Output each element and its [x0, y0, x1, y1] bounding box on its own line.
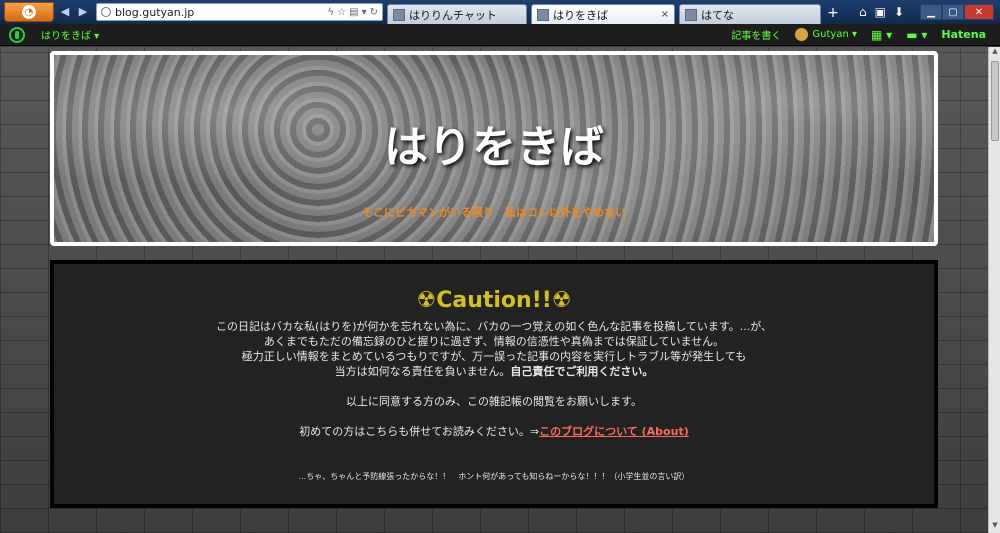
hatena-blog-logo-icon[interactable] [9, 26, 25, 43]
blog-header: はりをきば そこにピカマンがいる限り 私はコレ以外をやめない [50, 51, 938, 246]
caution-line: この日記はバカな私(はりを)が何かを忘れない為に、バカの一つ覚えの如く色んな記事… [215, 320, 773, 333]
apps-menu-icon[interactable]: ▦ ▾ [871, 28, 892, 42]
browser-logo-icon: ◔ [22, 5, 36, 19]
tab-label: はりりんチャット [409, 8, 497, 22]
hatena-bar: はりをきば ▾ 記事を書く Gutyan ▾ ▦ ▾ ▬ ▾ Hatena [0, 24, 1000, 46]
bookmark-star-icon[interactable]: ☆ [337, 7, 346, 18]
tab-label: はりをきば [553, 8, 608, 22]
new-tab-button[interactable]: + [824, 5, 842, 23]
tab-chat[interactable]: はりりんチャット [387, 4, 527, 24]
home-icon[interactable]: ⌂ [859, 5, 867, 19]
toolbar-menu-icon[interactable]: ▣ [875, 5, 886, 19]
scroll-up-icon[interactable]: ▲ [989, 47, 1000, 59]
back-icon[interactable]: ◀ [58, 5, 72, 19]
minimize-button[interactable]: ▁ [920, 4, 942, 20]
reload-icon[interactable]: ↻ [370, 7, 378, 18]
scroll-down-icon[interactable]: ▼ [989, 521, 1000, 533]
tab-favicon-icon [537, 8, 549, 21]
close-window-button[interactable]: ✕ [964, 4, 994, 20]
lightning-icon[interactable]: ϟ [328, 7, 335, 18]
disclaimer-joke: ...ちゃ、ちゃんと予防線張ったからな！！ ホント何があっても知らねーからな！！… [298, 472, 690, 481]
close-tab-icon[interactable]: × [661, 9, 669, 20]
user-menu[interactable]: Gutyan ▾ [795, 28, 857, 41]
page-scrollbar[interactable]: ▲ ▼ [988, 47, 1000, 533]
about-link[interactable]: このブログについて (About) [539, 425, 689, 438]
write-post-link[interactable]: 記事を書く [731, 27, 781, 42]
caution-title: ☢Caution!!☢ [416, 288, 572, 313]
caution-notice: ☢Caution!!☢ この日記はバカな私(はりを)が何かを忘れない為に、バカの… [50, 260, 938, 508]
tab-favicon-icon [393, 8, 405, 21]
caution-line-strong: 自己責任でご利用ください。 [510, 365, 654, 378]
caution-line-text: 当方は如何なる責任を負いません。 [334, 365, 511, 378]
caution-body: この日記はバカな私(はりを)が何かを忘れない為に、バカの一つ覚えの如く色んな記事… [54, 319, 934, 379]
browser-toolbar: ◔ ◀ ▶ blog.gutyan.jp ϟ ☆ ▤ ▾ ↻ はりりんチャット … [0, 0, 1000, 24]
user-avatar-icon [795, 28, 809, 41]
download-icon[interactable]: ⬇ [894, 5, 904, 19]
blog-tagline: そこにピカマンがいる限り 私はコレ以外をやめない [362, 206, 626, 219]
caution-line: 当方は如何なる責任を負いません。自己責任でご利用ください。 [54, 364, 934, 379]
feed-icon[interactable]: ▤ [349, 7, 358, 18]
notification-icon[interactable]: ▬ ▾ [906, 28, 927, 42]
caution-line: 極力正しい情報をまとめているつもりですが、万一誤った記事の内容を実行しトラブル等… [241, 350, 747, 363]
dropdown-icon[interactable]: ▾ [362, 7, 367, 18]
maximize-button[interactable]: ▢ [942, 4, 964, 20]
first-visit-prefix: 初めての方はこちらも併せてお読みください。⇒ [299, 425, 540, 438]
address-bar[interactable]: blog.gutyan.jp ϟ ☆ ▤ ▾ ↻ [96, 3, 383, 21]
browser-menu-button[interactable]: ◔ [4, 2, 54, 22]
blog-title[interactable]: はりをきば [54, 111, 934, 175]
forward-icon[interactable]: ▶ [76, 5, 90, 19]
scrollbar-thumb[interactable] [991, 61, 999, 141]
user-name: Gutyan ▾ [812, 29, 858, 40]
tab-favicon-icon [685, 8, 697, 21]
agree-text: 以上に同意する方のみ、この雑記帳の閲覧をお願いします。 [346, 395, 642, 408]
site-identity-icon[interactable] [101, 7, 111, 17]
tab-hatena[interactable]: はてな [679, 4, 821, 24]
url-text[interactable]: blog.gutyan.jp [115, 6, 328, 19]
tab-harioki[interactable]: はりをきば × [531, 4, 675, 24]
tab-label: はてな [701, 8, 734, 22]
first-visit-text: 初めての方はこちらも併せてお読みください。⇒このブログについて (About) [54, 423, 934, 439]
caution-line: あくまでもただの備忘録のひと握りに過ぎず、情報の信憑性や真偽までは保証していませ… [263, 335, 725, 348]
blog-name-menu[interactable]: はりをきば ▾ [41, 27, 99, 42]
hatena-link[interactable]: Hatena [941, 28, 986, 41]
